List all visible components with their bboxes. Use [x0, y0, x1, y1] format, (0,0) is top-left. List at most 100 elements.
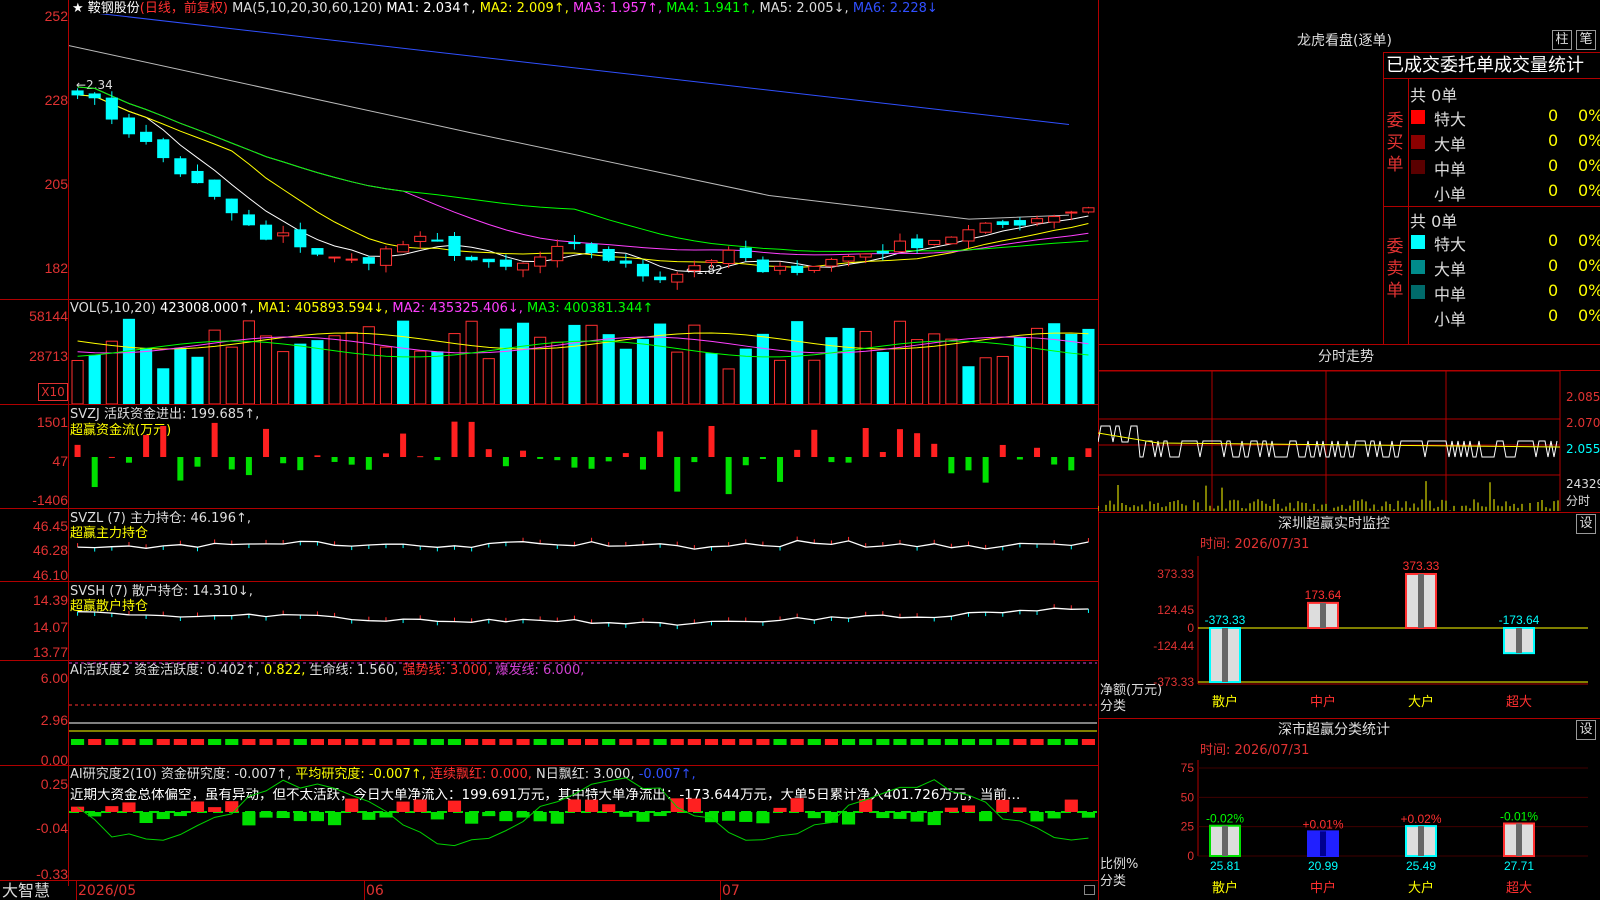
candle — [225, 198, 238, 214]
activity-bar — [1013, 739, 1027, 745]
stat-left-line — [1383, 52, 1384, 344]
activity-bar — [944, 739, 958, 745]
activity-bar — [362, 739, 376, 745]
volume-bar — [962, 366, 975, 404]
activity-bar — [670, 739, 684, 745]
candle — [825, 258, 838, 267]
tick-mode-button[interactable]: 笔 — [1576, 30, 1596, 50]
order-pct: 0% — [1578, 131, 1600, 150]
lhkp-title: 龙虎看盘(逐单) — [1297, 33, 1392, 49]
research-bar — [328, 812, 342, 826]
research-bar — [585, 799, 599, 812]
activity-bar — [1081, 739, 1095, 745]
candle — [979, 222, 992, 233]
candle — [1030, 218, 1044, 224]
sz-monitor-chart[interactable]: 373.33124.450-124.44-373.33-373.33散户173.… — [1098, 556, 1600, 716]
flow-bar — [365, 457, 372, 470]
activity-bar — [1047, 739, 1061, 745]
research-bar — [345, 798, 359, 812]
volume-bar — [688, 324, 701, 404]
volume-bar — [88, 354, 101, 404]
volume-bar — [602, 334, 615, 404]
candle — [773, 265, 787, 271]
svzl-chart[interactable] — [69, 509, 1097, 581]
order-name: 特大 — [1434, 235, 1467, 254]
flow-bar — [1051, 457, 1058, 465]
candle — [397, 244, 410, 253]
value-label: 27.71 — [1504, 859, 1534, 873]
flow-bar — [588, 457, 595, 469]
flow-bar — [314, 455, 321, 457]
svsh-y-tick: 13.77 — [32, 644, 68, 660]
activity-bar — [824, 739, 838, 745]
research-bar — [276, 812, 290, 819]
activity-bar — [310, 739, 324, 745]
activity-bar — [979, 739, 993, 745]
kline-chart[interactable] — [69, 14, 1097, 298]
bar-mode-button[interactable]: 柱 — [1552, 30, 1572, 50]
vol-unit-label[interactable]: X10 — [38, 383, 68, 401]
activity-bar — [876, 739, 890, 745]
volume-bar — [979, 357, 992, 404]
research-bar — [619, 812, 633, 817]
research-bar — [550, 812, 564, 824]
candle — [242, 214, 255, 226]
sm-stats-chart[interactable]: 75 50 25 0 -0.02% 25.81 散户 +0.01% 20.99 中户 +0.02% 2… — [1098, 760, 1600, 900]
category-swatch — [1411, 235, 1425, 249]
order-count: 0 — [1548, 106, 1559, 125]
legend-item: VOL(5,10,20) — [70, 301, 161, 316]
flow-bar — [965, 457, 972, 471]
activity-bar — [259, 739, 273, 745]
intraday-chart[interactable] — [1098, 371, 1600, 511]
flow-bar — [896, 429, 903, 457]
flow-bar — [245, 457, 252, 476]
flow-bar — [125, 457, 132, 463]
candle — [705, 260, 718, 263]
volume-bar — [105, 340, 118, 404]
price-line — [1098, 425, 1558, 458]
svzj-y-tick: -1406 — [32, 492, 68, 508]
volume-bar — [465, 320, 478, 404]
svzj-chart[interactable] — [69, 405, 1097, 508]
candle — [1065, 211, 1078, 214]
svsh-chart[interactable] — [69, 582, 1097, 660]
order-count: 0 — [1548, 231, 1559, 250]
sm-settings-button[interactable]: 设 — [1576, 720, 1596, 740]
flow-bar — [1034, 447, 1041, 457]
flow-bar — [759, 457, 766, 460]
change-label: +0.02% — [1400, 812, 1441, 826]
svzl-y-tick: 46.45 — [32, 518, 68, 534]
lock-icon[interactable] — [1084, 885, 1095, 895]
activity-bar — [550, 739, 564, 745]
volume-bar — [911, 339, 924, 404]
sz-settings-button[interactable]: 设 — [1576, 514, 1596, 534]
candle — [174, 158, 187, 175]
candle — [140, 131, 153, 142]
volume-bar — [174, 347, 187, 404]
research-bar — [756, 812, 770, 824]
buy-side-label: 委买单 — [1386, 111, 1404, 175]
volume-chart[interactable] — [69, 316, 1097, 404]
category-swatch — [1411, 185, 1425, 199]
volume-bar — [585, 324, 598, 404]
flow-bar — [742, 457, 749, 466]
ai-active-chart[interactable] — [69, 661, 1097, 765]
ai-research-chart[interactable] — [69, 766, 1097, 880]
order-count: 0 — [1548, 256, 1559, 275]
research-bar — [979, 812, 993, 822]
activity-bar — [516, 739, 530, 745]
flow-bar — [280, 457, 287, 464]
flow-bar — [348, 457, 355, 465]
vol-y-tick: 58144 — [29, 308, 68, 324]
volume-bar — [259, 335, 273, 404]
order-pct: 0% — [1578, 231, 1600, 250]
legend-item: MA2: 435325.406↓, — [392, 301, 528, 316]
flow-bar — [828, 457, 835, 463]
flow-bar — [674, 457, 681, 492]
research-bar — [259, 812, 273, 818]
volume-bar — [294, 343, 307, 404]
candle — [756, 259, 769, 273]
candle — [996, 221, 1009, 225]
category-swatch — [1411, 110, 1425, 124]
candle — [945, 236, 958, 245]
